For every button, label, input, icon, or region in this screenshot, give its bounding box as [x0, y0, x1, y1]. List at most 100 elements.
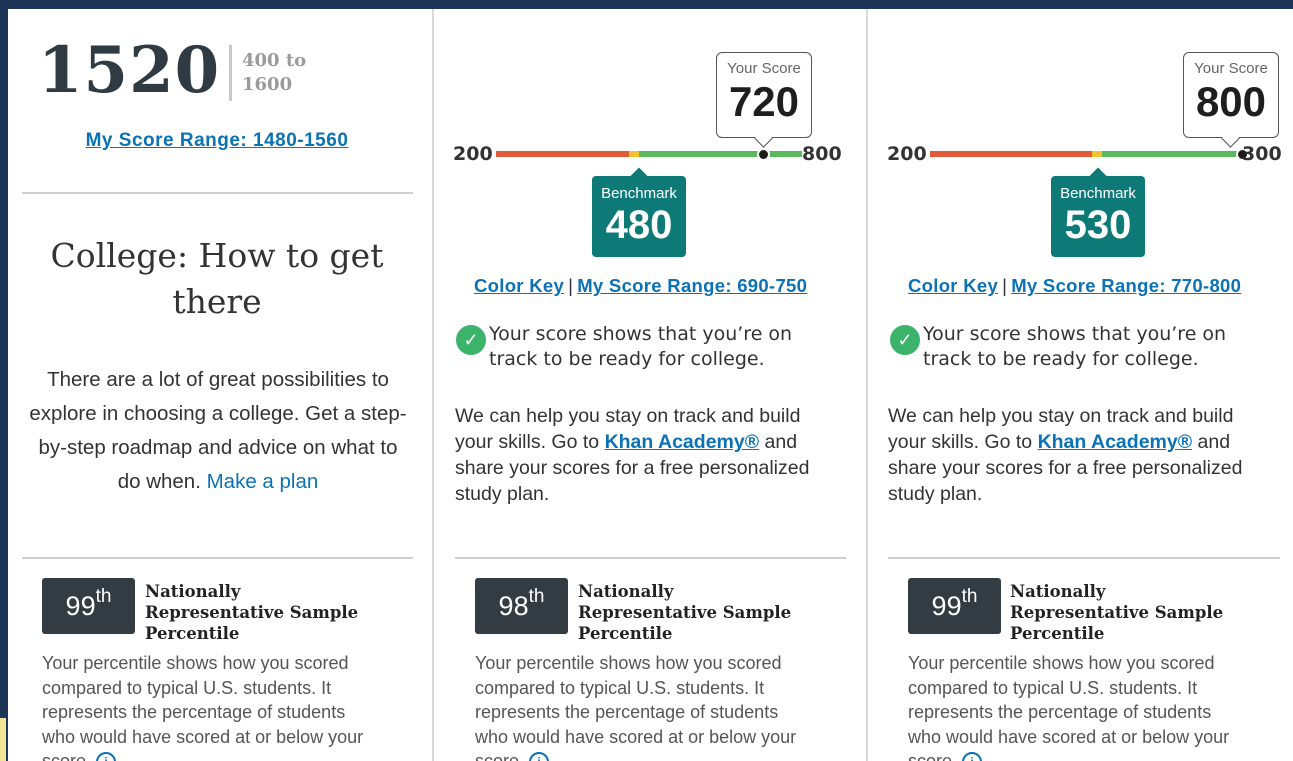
approaching-segment: [1092, 151, 1102, 157]
window-edge-accent: [0, 718, 6, 761]
percentile-badge: 99th: [908, 578, 1001, 634]
divider-line: [888, 557, 1280, 559]
percentile-title-line: Percentile: [145, 624, 240, 643]
percentile-description: Your percentile shows how you scored com…: [475, 651, 855, 761]
percentile-text-last-line: score. i: [475, 749, 855, 761]
help-line-with-link: your skills. Go to Khan Academy® and: [888, 429, 1268, 455]
info-icon[interactable]: i: [962, 752, 983, 761]
khan-academy-link[interactable]: Khan Academy®: [605, 431, 760, 453]
scale-line-1: 400 to: [242, 50, 307, 71]
percentile-text-line: score.: [42, 751, 92, 761]
color-key-link[interactable]: Color Key: [908, 275, 998, 296]
approaching-segment: [629, 151, 639, 157]
college-heading-line-1: College: How to get: [50, 236, 384, 275]
on-track-line: Your score shows that you’re on: [923, 323, 1227, 345]
score-range-link[interactable]: My Score Range: 690-750: [577, 275, 807, 296]
link-separator: |: [1002, 275, 1008, 296]
your-score-value: 800: [1195, 78, 1267, 125]
percentile-title-line: Percentile: [578, 624, 673, 643]
scale-min-label: 200: [453, 143, 493, 165]
percentile-title-line: Nationally: [578, 582, 674, 601]
percentile-text-line: represents the percentage of students: [908, 702, 1212, 722]
percentile-title: Nationally Representative Sample Percent…: [578, 581, 818, 644]
score-links-row: Color Key | My Score Range: 690-750: [474, 275, 807, 297]
percentile-text-last-line: score. i: [908, 749, 1288, 761]
help-line: We can help you stay on track and build: [888, 405, 1234, 427]
percentile-number: 98: [498, 591, 529, 621]
benchmark-callout: Benchmark 480: [592, 167, 686, 257]
needs-work-segment: [930, 151, 1092, 157]
khan-academy-link[interactable]: Khan Academy®: [1038, 431, 1193, 453]
percentile-text-line: represents the percentage of students: [42, 702, 346, 722]
percentile-number: 99: [931, 591, 962, 621]
score-links-row: Color Key | My Score Range: 770-800: [908, 275, 1241, 297]
percentile-text-last-line: score. i: [42, 749, 422, 761]
percentile-description: Your percentile shows how you scored com…: [42, 651, 422, 761]
score-report-panel: 1520 400 to 1600 My Score Range: 1480-15…: [8, 9, 1293, 761]
total-score-range-link[interactable]: My Score Range: 1480-1560: [8, 130, 426, 152]
college-description: There are a lot of great possibilities t…: [28, 363, 408, 499]
on-track-line: track to be ready for college.: [489, 348, 765, 370]
your-score-value: 720: [728, 78, 800, 125]
percentile-text-line: compared to typical U.S. students. It: [908, 677, 1198, 698]
help-message: We can help you stay on track and build …: [888, 403, 1268, 507]
percentile-badge: 98th: [475, 578, 568, 634]
score-range-link[interactable]: My Score Range: 770-800: [1011, 275, 1241, 296]
benchmark-callout: Benchmark 530: [1051, 167, 1145, 257]
color-key-link[interactable]: Color Key: [474, 275, 564, 296]
section-score-column-2: 200 300 Your Score 800 Benchmark 530 Col…: [868, 9, 1293, 761]
scale-max-label: 800: [802, 143, 842, 165]
percentile-text-line: who would have scored at or below your: [908, 726, 1230, 747]
percentile-title-line: Nationally: [145, 582, 241, 601]
your-score-callout: Your Score 800: [1183, 52, 1279, 148]
info-icon[interactable]: i: [529, 752, 550, 761]
check-icon: ✓: [890, 325, 920, 355]
percentile-text-line: compared to typical U.S. students. It: [475, 677, 765, 698]
percentile-title-line: Nationally: [1010, 582, 1106, 601]
percentile-text-line: Your percentile shows how you scored: [908, 653, 1215, 673]
percentile-text-line: Your percentile shows how you scored: [42, 653, 349, 673]
benchmark-pointer: [630, 167, 648, 185]
percentile-title-line: Representative Sample: [578, 603, 792, 622]
your-score-marker: [757, 148, 770, 161]
percentile-suffix: th: [95, 586, 112, 607]
percentile-text-line: who would have scored at or below your: [42, 726, 364, 747]
meets-benchmark-segment: [1102, 151, 1242, 157]
total-score-column: 1520 400 to 1600 My Score Range: 1480-15…: [8, 9, 432, 761]
scale-min-label: 200: [887, 143, 927, 165]
help-line-with-link: your skills. Go to Khan Academy® and: [455, 429, 835, 455]
percentile-suffix: th: [961, 586, 978, 607]
help-line: share your scores for a free personalize…: [888, 457, 1243, 479]
percentile-text-line: represents the percentage of students: [475, 702, 779, 722]
percentile-description: Your percentile shows how you scored com…: [908, 651, 1288, 761]
percentile-text-line: score.: [475, 751, 525, 761]
on-track-line: track to be ready for college.: [923, 348, 1199, 370]
on-track-message: Your score shows that you’re on track to…: [923, 322, 1283, 372]
divider-line: [22, 557, 413, 559]
help-text: your skills. Go to: [888, 431, 1033, 453]
college-heading: College: How to get there: [8, 233, 426, 325]
total-score-scale: 400 to 1600: [242, 49, 322, 97]
your-score-callout: Your Score 720: [716, 52, 812, 148]
on-track-message: Your score shows that you’re on track to…: [489, 322, 849, 372]
callout-pointer: [1221, 129, 1240, 148]
link-separator: |: [568, 275, 574, 296]
benchmark-pointer: [1089, 167, 1107, 185]
help-line: We can help you stay on track and build: [455, 405, 801, 427]
percentile-number: 99: [65, 591, 96, 621]
help-message: We can help you stay on track and build …: [455, 403, 835, 507]
percentile-title: Nationally Representative Sample Percent…: [1010, 581, 1250, 644]
help-text: and: [1197, 431, 1231, 453]
make-a-plan-link[interactable]: Make a plan: [207, 470, 319, 493]
your-score-label: Your Score: [727, 60, 801, 77]
divider-line: [455, 557, 846, 559]
percentile-title-line: Representative Sample: [1010, 603, 1224, 622]
help-text: your skills. Go to: [455, 431, 600, 453]
percentile-title-line: Percentile: [1010, 624, 1105, 643]
info-icon[interactable]: i: [96, 752, 117, 761]
help-line: study plan.: [888, 483, 983, 505]
percentile-text-line: who would have scored at or below your: [475, 726, 797, 747]
scale-line-2: 1600: [242, 74, 293, 95]
scale-max-label: 300: [1242, 143, 1282, 165]
percentile-text-line: Your percentile shows how you scored: [475, 653, 782, 673]
